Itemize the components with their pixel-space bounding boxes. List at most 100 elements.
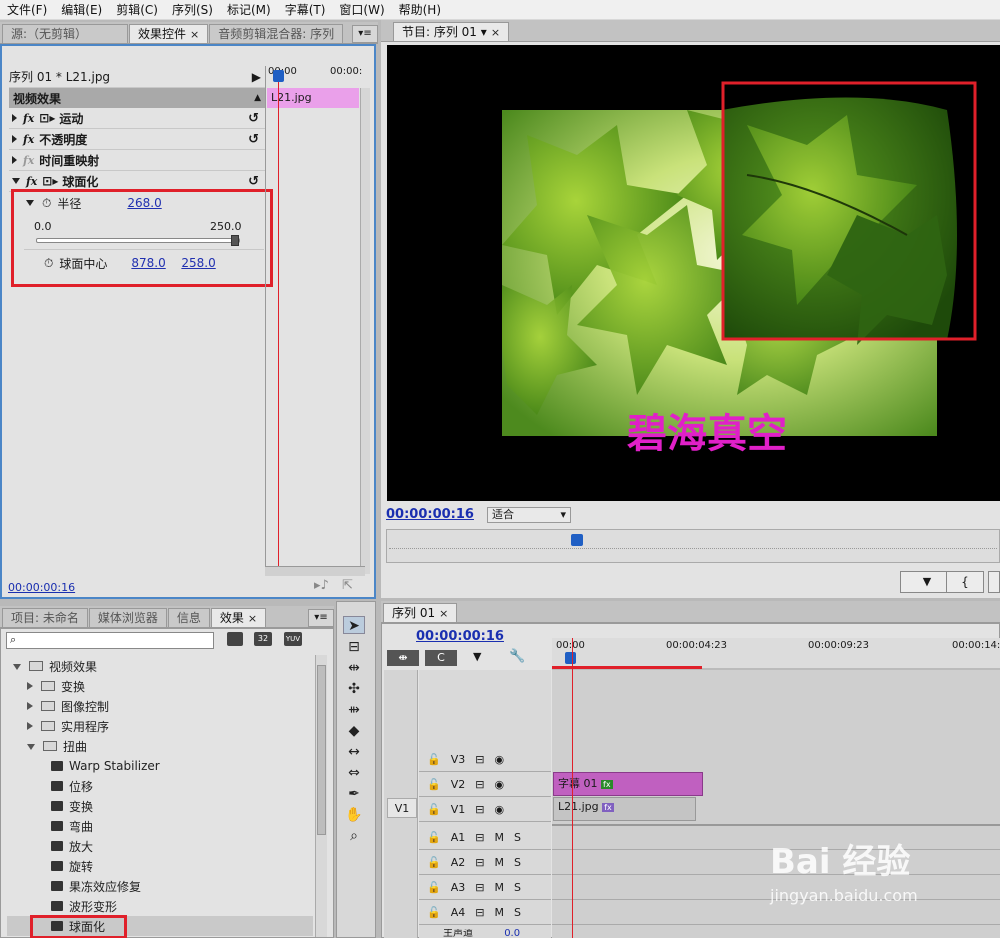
film-icon[interactable]: ⊟ [475, 831, 484, 844]
time-ruler[interactable]: 00:00 00:00:04:23 00:00:09:23 00:00:14: [552, 638, 1000, 670]
tab-project[interactable]: 项目: 未命名 [2, 608, 88, 627]
scrollbar[interactable] [315, 655, 327, 937]
track-name[interactable]: A3 [451, 881, 466, 894]
film-icon[interactable]: ⊟ [475, 856, 484, 869]
film-icon[interactable]: ⊟ [475, 778, 484, 791]
menu-clip[interactable]: 剪辑(C) [109, 0, 165, 20]
effect-opacity[interactable]: fx 不透明度 ↺ [9, 129, 265, 150]
lock-icon[interactable]: 🔓 [427, 881, 441, 894]
tab-program[interactable]: 节目: 序列 01 ▾ × [393, 22, 510, 41]
lock-icon[interactable]: 🔓 [427, 856, 441, 869]
rate-stretch-icon[interactable]: ⇻ [343, 701, 365, 719]
effects-search-input[interactable]: ⌕ [6, 632, 214, 649]
program-viewer[interactable]: 碧海真空 [387, 45, 1000, 501]
linked-selection-icon[interactable]: C [425, 650, 457, 666]
menu-edit[interactable]: 编辑(E) [54, 0, 109, 20]
effect-item[interactable]: 位移 [7, 776, 313, 796]
close-icon[interactable]: × [190, 28, 199, 41]
play-audio-icon[interactable]: ▸♪ [314, 578, 329, 593]
tab-effects[interactable]: 效果 × [210, 608, 267, 627]
effect-folder[interactable]: 实用程序 [7, 716, 313, 736]
chevron-down-icon[interactable] [27, 744, 35, 750]
dropdown-icon[interactable]: ▾ [481, 25, 487, 39]
playhead-marker[interactable] [571, 534, 584, 546]
add-marker-icon[interactable]: ▼ [473, 650, 481, 663]
scrollbar[interactable] [265, 566, 365, 576]
track-name[interactable]: A1 [451, 831, 466, 844]
effect-folder[interactable]: 视频效果 [7, 656, 313, 676]
track-name[interactable]: V3 [451, 753, 466, 766]
effect-folder[interactable]: 图像控制 [7, 696, 313, 716]
mute-button[interactable]: M [494, 906, 504, 919]
film-icon[interactable]: ⊟ [475, 881, 484, 894]
wrench-icon[interactable]: 🔧 [509, 649, 525, 664]
track-name[interactable]: A4 [451, 906, 466, 919]
mark-in-button[interactable]: { [946, 571, 984, 593]
title-clip[interactable]: 字幕 01 fx [553, 772, 703, 796]
lock-icon[interactable]: 🔓 [427, 778, 441, 791]
solo-button[interactable]: S [514, 856, 521, 869]
menu-marker[interactable]: 标记(M) [220, 0, 278, 20]
ec-timecode[interactable]: 00:00:00:16 [8, 581, 75, 594]
fit-dropdown[interactable]: 适合 ▾ [487, 507, 571, 523]
zoom-icon[interactable]: ⌕ [343, 827, 365, 845]
tab-media-browser[interactable]: 媒体浏览器 [88, 608, 167, 627]
master-value[interactable]: 0.0 [504, 929, 520, 938]
chevron-right-icon[interactable]: ▶ [252, 70, 261, 84]
source-patch-v1[interactable]: V1 [387, 798, 417, 818]
32bit-effects-icon[interactable]: 32 [254, 632, 272, 646]
track-name[interactable]: A2 [451, 856, 466, 869]
panel-menu-icon[interactable]: ▾≡ [352, 25, 378, 43]
accelerated-effects-icon[interactable] [227, 632, 243, 646]
eye-icon[interactable]: ◉ [494, 753, 504, 766]
lock-icon[interactable]: 🔓 [427, 803, 441, 816]
effect-folder[interactable]: 变换 [7, 676, 313, 696]
solo-button[interactable]: S [514, 906, 521, 919]
film-icon[interactable]: ⊟ [475, 906, 484, 919]
lock-icon[interactable]: 🔓 [427, 906, 441, 919]
mark-out-button[interactable] [988, 571, 1000, 593]
scrollbar[interactable] [360, 88, 370, 574]
image-clip[interactable]: L21.jpg fx [553, 797, 696, 821]
solo-button[interactable]: S [514, 831, 521, 844]
menu-sequence[interactable]: 序列(S) [165, 0, 220, 20]
chevron-up-icon[interactable]: ▲ [254, 93, 261, 103]
tab-sequence[interactable]: 序列 01 × [383, 603, 458, 622]
ripple-edit-icon[interactable]: ⇹ [343, 659, 365, 677]
chevron-right-icon[interactable] [27, 722, 33, 730]
razor-icon[interactable]: ◆ [343, 722, 365, 740]
effect-item[interactable]: 弯曲 [7, 816, 313, 836]
menu-help[interactable]: 帮助(H) [392, 0, 448, 20]
work-area-bar[interactable] [552, 666, 702, 669]
effect-item[interactable]: 放大 [7, 836, 313, 856]
program-scrubber[interactable] [386, 529, 1000, 563]
chevron-right-icon[interactable] [27, 702, 33, 710]
selection-tool-icon[interactable]: ➤ [343, 616, 365, 634]
close-icon[interactable]: × [248, 612, 257, 625]
film-icon[interactable]: ⊟ [475, 753, 484, 766]
close-icon[interactable]: × [491, 26, 500, 39]
effect-item[interactable]: 变换 [7, 796, 313, 816]
close-icon[interactable]: × [439, 607, 448, 620]
eye-icon[interactable]: ◉ [494, 778, 504, 791]
effect-motion[interactable]: fx ⊡▸ 运动 ↺ [9, 108, 265, 129]
effect-item[interactable]: 旋转 [7, 856, 313, 876]
mute-button[interactable]: M [494, 831, 504, 844]
tab-audio-mixer[interactable]: 音频剪辑混合器: 序列 [209, 24, 344, 43]
mute-button[interactable]: M [494, 856, 504, 869]
menu-window[interactable]: 窗口(W) [332, 0, 391, 20]
timeline-timecode[interactable]: 00:00:00:16 [416, 629, 504, 644]
tab-effect-controls[interactable]: 效果控件 × [129, 24, 209, 43]
slip-icon[interactable]: ↔ [343, 743, 365, 761]
yuv-effects-icon[interactable]: YUV [284, 632, 302, 646]
mute-button[interactable]: M [494, 881, 504, 894]
snap-icon[interactable]: ⇼ [387, 650, 419, 666]
menu-file[interactable]: 文件(F) [0, 0, 54, 20]
effect-item[interactable]: 波形变形 [7, 896, 313, 916]
film-icon[interactable]: ⊟ [475, 803, 484, 816]
scroll-thumb[interactable] [317, 665, 326, 835]
lock-icon[interactable]: 🔓 [427, 831, 441, 844]
track-name[interactable]: V2 [451, 778, 466, 791]
effect-item[interactable]: Warp Stabilizer [7, 756, 313, 776]
panel-menu-icon[interactable]: ▾≡ [308, 609, 334, 627]
